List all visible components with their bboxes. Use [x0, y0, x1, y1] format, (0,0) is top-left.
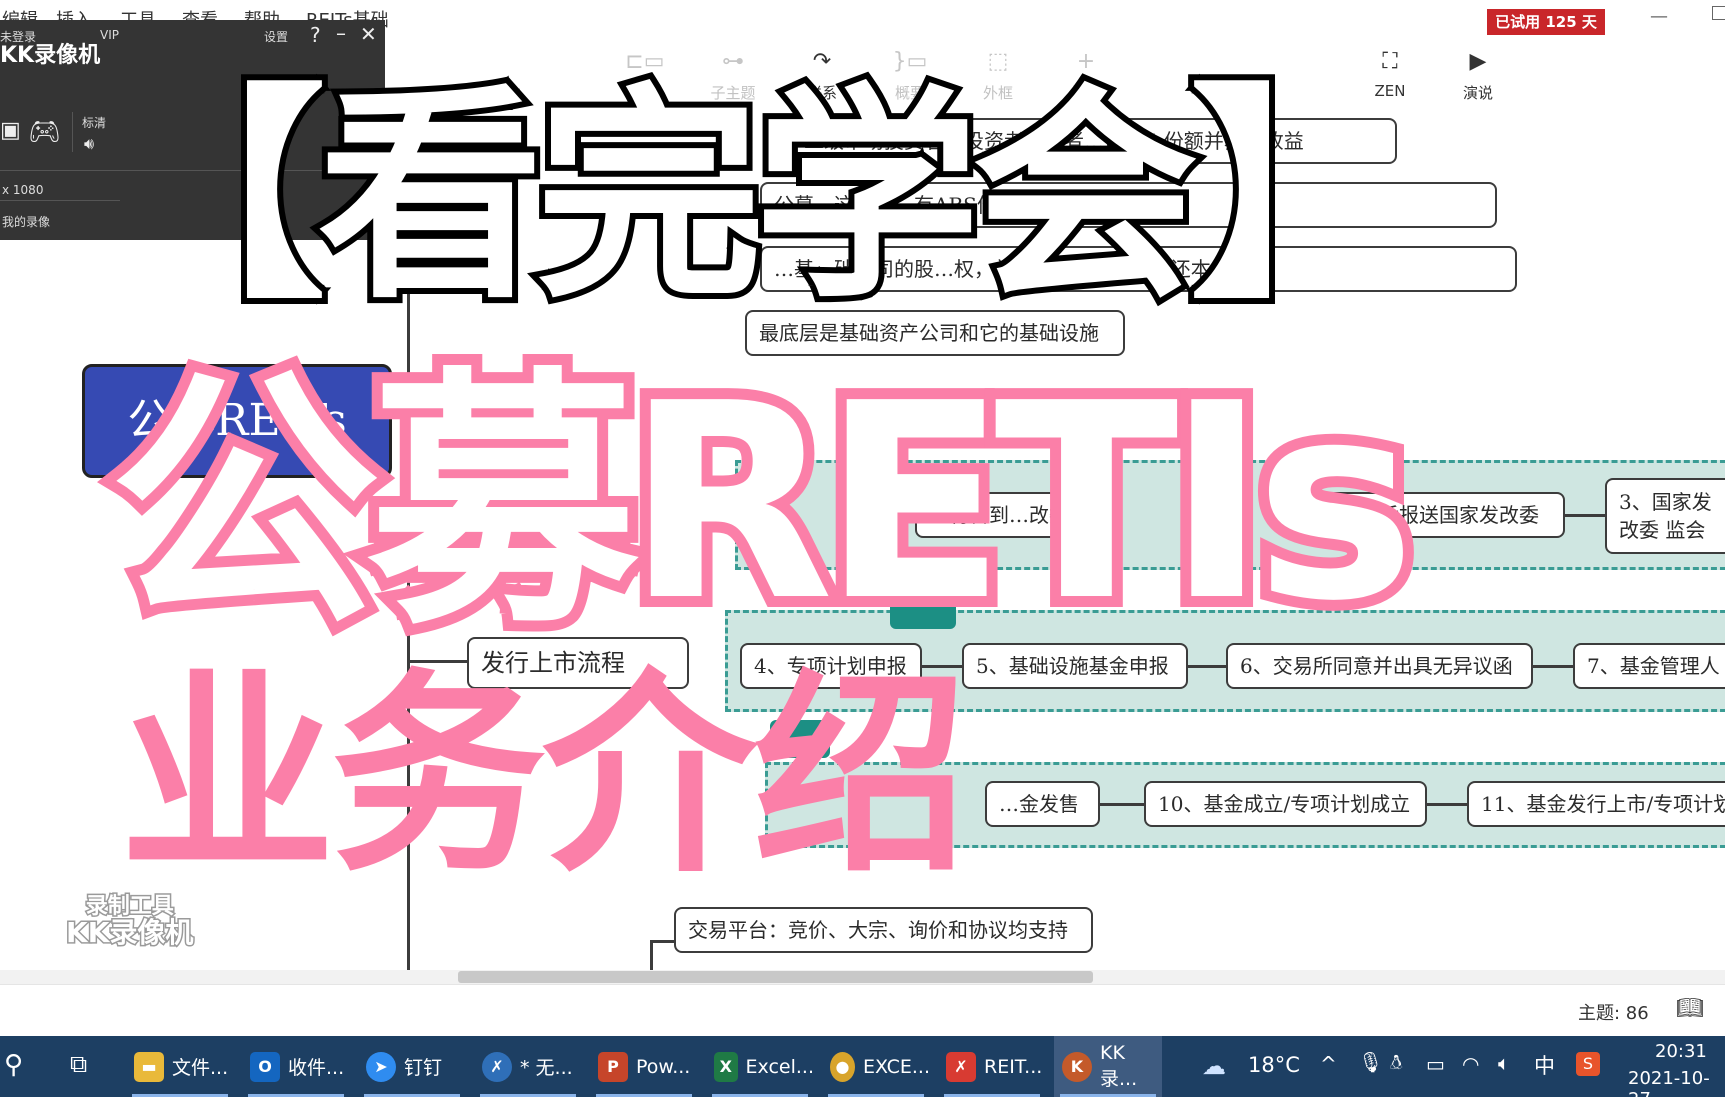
divider	[72, 112, 73, 152]
taskbar-app[interactable]: ▬ 文件...	[126, 1036, 234, 1097]
volume-icon[interactable]: 🔈︎	[1498, 1051, 1510, 1075]
step-node[interactable]: …金发售	[985, 781, 1100, 827]
chevron-up-icon[interactable]: ^	[1320, 1052, 1337, 1076]
branch-connector	[650, 940, 674, 943]
task-view-icon[interactable]: ⧉	[70, 1050, 87, 1078]
step-connector	[1565, 514, 1605, 517]
step-node[interactable]: 11、基金发行上市/专项计划	[1467, 781, 1725, 827]
xmind-icon: ✗	[482, 1051, 512, 1082]
overlay-title-line1: 【看完学会】	[94, 66, 1422, 329]
taskbar-app[interactable]: P Pow...	[590, 1036, 698, 1097]
minimize-icon[interactable]: —	[1650, 6, 1668, 27]
recorder-watermark: 录制工具 KK录像机	[64, 893, 194, 950]
battery-icon[interactable]: ▭	[1426, 1052, 1445, 1076]
gamepad-icon[interactable]: 🎮︎	[28, 117, 61, 147]
overlay-title-line3: 业务介绍	[120, 650, 968, 901]
chrome-icon: ●	[830, 1051, 855, 1082]
kk-recorder-icon: K	[1062, 1051, 1092, 1082]
help-icon[interactable]: ?	[310, 23, 321, 47]
play-icon: ▶	[1469, 49, 1487, 74]
speaker-icon[interactable]: 🔊︎	[84, 134, 94, 154]
taskbar-app-active[interactable]: K KK录...	[1054, 1036, 1162, 1097]
step-node[interactable]: 3、国家发改委 监会	[1605, 478, 1725, 554]
taskbar-app-label: * 无...	[520, 1057, 573, 1079]
taskbar-app[interactable]: X Excel...	[706, 1036, 814, 1097]
taskbar-app[interactable]: O 收件...	[242, 1036, 350, 1097]
search-icon[interactable]: ⚲	[4, 1050, 23, 1080]
sogou-ime-icon[interactable]: S	[1576, 1052, 1600, 1076]
taskbar-app-label: REIT...	[984, 1055, 1043, 1078]
topic-count: 主题: 86	[1578, 1003, 1649, 1024]
folder-icon: ▬	[134, 1051, 164, 1082]
minimize-icon[interactable]: –	[336, 21, 346, 45]
watermark-line: 录制工具	[84, 893, 175, 919]
weather-temperature[interactable]: 18°C	[1248, 1053, 1300, 1077]
present-button[interactable]: ▶ 演说	[1443, 48, 1513, 103]
taskbar-app[interactable]: ✗ REIT...	[938, 1036, 1046, 1097]
wifi-icon[interactable]: ◠	[1462, 1052, 1479, 1076]
taskbar-app-label: 钉钉	[404, 1057, 443, 1079]
taskbar-app[interactable]: ● EXCE...	[822, 1036, 930, 1097]
step-connector	[1100, 803, 1144, 806]
powerpoint-icon: P	[598, 1051, 628, 1082]
step-node[interactable]: 7、基金管理人	[1573, 643, 1725, 689]
taskbar-app[interactable]: ✗ * 无...	[474, 1036, 582, 1097]
status-bar	[0, 984, 1725, 1036]
taskbar-app-label: Pow...	[636, 1055, 691, 1078]
taskbar-app-label: 收件...	[288, 1057, 345, 1079]
scrollbar-thumb[interactable]	[458, 971, 1093, 983]
dingtalk-icon: ➤	[366, 1051, 396, 1082]
qq-icon[interactable]: 🐧︎	[1390, 1050, 1402, 1077]
trial-badge[interactable]: 已试用 125 天	[1487, 9, 1605, 35]
excel-icon: X	[714, 1051, 738, 1082]
screen-icon[interactable]: ▣	[0, 118, 21, 143]
taskbar-app-label: KK录...	[1099, 1042, 1138, 1090]
step-connector	[1533, 665, 1573, 668]
recorder-settings[interactable]: 设置	[264, 28, 288, 45]
taskbar-app-label: 文件...	[172, 1057, 229, 1079]
maximize-icon[interactable]	[1712, 6, 1725, 20]
step-connector	[1427, 803, 1467, 806]
taskbar-app[interactable]: ➤ 钉钉	[358, 1036, 466, 1097]
watermark-line: KK录像机	[64, 916, 194, 950]
clock-time[interactable]: 20:31	[1655, 1041, 1707, 1062]
step-node[interactable]: 10、基金成立/专项计划成立	[1144, 781, 1427, 827]
my-recordings-link[interactable]: 我的录像	[2, 213, 50, 230]
outlook-icon: O	[250, 1051, 280, 1082]
vip-badge[interactable]: VIP	[100, 28, 119, 42]
mindmap-node[interactable]: 交易平台：竞价、大宗、询价和协议均支持	[674, 907, 1093, 953]
toolbar-label: 演说	[1462, 84, 1493, 102]
overlay-title-line2: 公募RETIs	[99, 345, 1427, 660]
step-connector	[1188, 665, 1226, 668]
taskbar-app-label: Excel...	[745, 1055, 814, 1078]
clock-date[interactable]: 2021-10-27	[1628, 1068, 1725, 1110]
weather-cloud-icon[interactable]: ☁	[1202, 1052, 1226, 1080]
outline-icon[interactable]: 📖︎	[1676, 996, 1704, 1021]
close-icon[interactable]: ✕	[360, 22, 377, 46]
microphone-icon[interactable]: 🎙︎	[1358, 1050, 1383, 1074]
recorder-title: KK录像机	[0, 43, 101, 68]
ime-indicator[interactable]: 中	[1534, 1050, 1555, 1080]
taskbar-app-label: EXCE...	[862, 1055, 930, 1078]
xmind-red-icon: ✗	[946, 1051, 976, 1082]
branch-connector	[650, 940, 653, 970]
resolution-readout: x 1080	[2, 183, 44, 197]
